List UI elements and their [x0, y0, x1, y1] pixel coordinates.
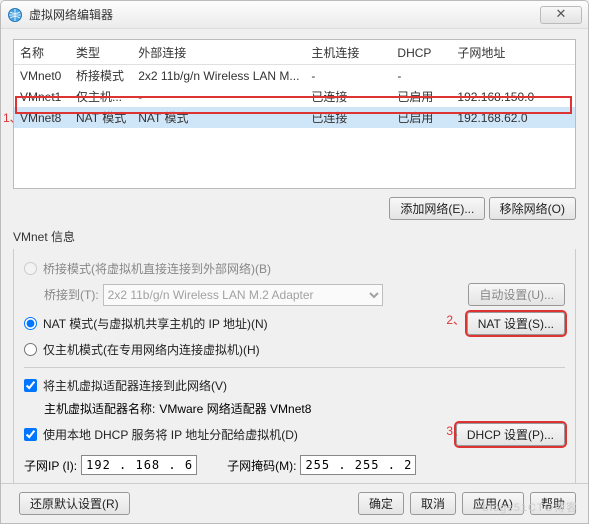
close-button[interactable]: ✕ [540, 6, 582, 24]
hostonly-label: 仅主机模式(在专用网络内连接虚拟机)(H) [43, 341, 260, 358]
auto-settings-button[interactable]: 自动设置(U)... [468, 283, 565, 306]
vmnet-info-label: VMnet 信息 [13, 226, 576, 249]
bridged-adapter-select[interactable]: 2x2 11b/g/n Wireless LAN M.2 Adapter [103, 284, 383, 306]
table-row-selected[interactable]: VMnet8 NAT 模式 NAT 模式 已连接 已启用 192.168.62.… [14, 107, 575, 128]
cancel-button[interactable]: 取消 [410, 492, 456, 515]
use-dhcp-checkbox[interactable] [24, 428, 37, 441]
use-dhcp-label: 使用本地 DHCP 服务将 IP 地址分配给虚拟机(D) [43, 426, 298, 443]
dhcp-settings-button[interactable]: DHCP 设置(P)... [456, 423, 565, 446]
table-row[interactable]: VMnet0 桥接模式 2x2 11b/g/n Wireless LAN M..… [14, 65, 575, 87]
watermark: blogs51CTO博客 [482, 499, 578, 515]
subnet-mask-label: 子网掩码(M): [227, 457, 296, 474]
bridged-to-label: 桥接到(T): [44, 286, 99, 303]
subnet-ip-input[interactable] [81, 455, 197, 475]
titlebar[interactable]: 虚拟网络编辑器 ✕ [1, 1, 588, 29]
table-row[interactable]: VMnet1 仅主机... - 已连接 已启用 192.168.150.0 [14, 86, 575, 107]
add-network-button[interactable]: 添加网络(E)... [389, 197, 485, 220]
subnet-ip-label: 子网IP (I): [24, 457, 77, 474]
hostonly-radio[interactable] [24, 343, 37, 356]
bridged-radio[interactable] [24, 262, 37, 275]
network-table[interactable]: 名称 类型 外部连接 主机连接 DHCP 子网地址 VMnet0 桥接模式 2x [13, 39, 576, 189]
virtual-network-editor-dialog: 虚拟网络编辑器 ✕ 1、 名称 类型 外部连接 主机连接 DHCP 子网地址 [0, 0, 589, 524]
table-header-row: 名称 类型 外部连接 主机连接 DHCP 子网地址 [14, 40, 575, 65]
col-host: 主机连接 [305, 40, 391, 65]
bridged-label: 桥接模式(将虚拟机直接连接到外部网络)(B) [43, 260, 271, 277]
col-name: 名称 [14, 40, 70, 65]
col-dhcp: DHCP [391, 40, 451, 65]
connect-host-label: 将主机虚拟适配器连接到此网络(V) [43, 377, 227, 394]
restore-defaults-button[interactable]: 还原默认设置(R) [19, 492, 130, 515]
col-external: 外部连接 [132, 40, 305, 65]
host-adapter-name-label: 主机虚拟适配器名称: [44, 400, 155, 417]
window-title: 虚拟网络编辑器 [29, 6, 540, 23]
subnet-mask-input[interactable] [300, 455, 416, 475]
host-adapter-name-value: VMware 网络适配器 VMnet8 [159, 400, 311, 417]
ok-button[interactable]: 确定 [358, 492, 404, 515]
nat-radio[interactable] [24, 317, 37, 330]
col-type: 类型 [70, 40, 132, 65]
col-subnet: 子网地址 [451, 40, 575, 65]
connect-host-checkbox[interactable] [24, 379, 37, 392]
remove-network-button[interactable]: 移除网络(O) [489, 197, 576, 220]
vmnet-info-group: 桥接模式(将虚拟机直接连接到外部网络)(B) 桥接到(T): 2x2 11b/g… [13, 249, 576, 485]
nat-label: NAT 模式(与虚拟机共享主机的 IP 地址)(N) [43, 315, 268, 332]
nat-settings-button[interactable]: NAT 设置(S)... [467, 312, 565, 335]
vmware-globe-icon [7, 7, 23, 23]
